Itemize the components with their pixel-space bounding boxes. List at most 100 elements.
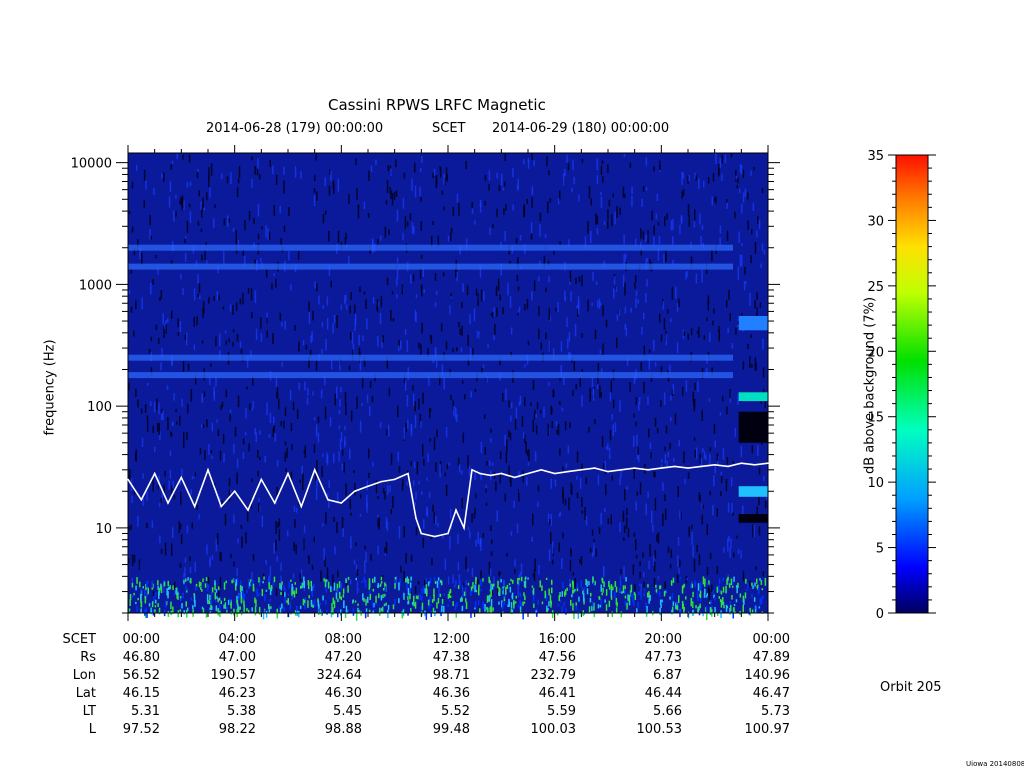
spectrogram-texture-cell (452, 206, 455, 216)
spectrogram-texture-cell (372, 461, 374, 467)
spectrogram-texture-cell (485, 488, 487, 493)
low-frequency-noise (682, 603, 684, 609)
low-frequency-noise (407, 611, 409, 616)
low-frequency-noise (733, 576, 735, 582)
spectrogram-texture-cell (437, 522, 439, 527)
spectrogram-texture-cell (348, 365, 351, 370)
low-frequency-noise (544, 590, 546, 599)
low-frequency-noise (512, 579, 514, 584)
spectrogram-texture-cell (559, 401, 561, 405)
spectrogram-texture-cell (458, 321, 460, 328)
line-series-point (567, 470, 569, 473)
spectrogram-texture-cell (479, 202, 482, 213)
spectrogram-texture-cell (548, 549, 551, 562)
spectrogram-texture-cell (435, 175, 438, 189)
spectrogram-texture-cell (216, 419, 218, 423)
spectrogram-texture-cell (275, 521, 277, 534)
spectrogram-texture-cell (649, 544, 651, 557)
spectrogram-texture-cell (548, 340, 551, 352)
spectrogram-texture-cell (706, 566, 709, 575)
spectrogram-texture-cell (407, 221, 409, 227)
low-frequency-noise (300, 585, 302, 589)
low-frequency-noise (279, 607, 282, 614)
line-series-point (420, 532, 423, 535)
line-series-point (673, 465, 676, 468)
spectrogram-texture-cell (180, 196, 182, 206)
spectrogram-texture-cell (375, 159, 377, 165)
spectrogram-texture-cell (508, 400, 510, 408)
low-frequency-noise (410, 607, 412, 612)
spectrogram-texture-cell (337, 570, 339, 578)
spectrogram-texture-cell (390, 310, 392, 321)
spectrogram-texture-cell (492, 224, 494, 229)
spectrogram-texture-cell (190, 489, 192, 495)
low-frequency-noise (751, 582, 753, 587)
low-frequency-noise (342, 594, 345, 598)
spectrogram-texture-cell (491, 539, 493, 545)
low-frequency-noise (660, 603, 662, 608)
low-frequency-noise (671, 609, 673, 615)
spectrogram-texture-cell (398, 466, 401, 473)
spectrogram-texture-cell (489, 227, 491, 235)
spectrogram-texture-cell (135, 164, 138, 171)
low-frequency-noise (492, 608, 494, 612)
spectrogram-texture-cell (421, 491, 423, 495)
spectrogram-texture-cell (193, 344, 196, 351)
spectrogram-texture-cell (251, 478, 253, 483)
spectrogram-texture-cell (679, 559, 681, 567)
spectrogram-texture-cell (326, 454, 329, 466)
spectrogram-texture-cell (184, 252, 187, 262)
low-frequency-noise (225, 580, 227, 584)
ephemeris-cell: 5.31 (131, 704, 160, 719)
spectrogram-texture-cell (564, 168, 566, 176)
low-frequency-noise (620, 611, 623, 618)
spectrogram-texture-cell (480, 442, 483, 453)
ephemeris-cell: 324.64 (316, 668, 363, 683)
low-frequency-noise (363, 576, 365, 583)
spectrogram-texture-cell (432, 221, 434, 226)
spectrogram-texture-cell (382, 335, 384, 343)
ephemeris-cell: 20:00 (644, 632, 682, 647)
spectrogram-texture-cell (750, 334, 752, 338)
spectrogram-texture-cell (221, 173, 223, 180)
spectrogram-texture-cell (180, 274, 182, 280)
spectrogram-texture-cell (667, 546, 670, 553)
spectrogram-texture-cell (160, 497, 163, 503)
low-frequency-noise (620, 581, 622, 587)
low-frequency-noise (754, 582, 756, 587)
spectrogram-texture-cell (173, 495, 176, 500)
spectrogram-texture-cell (358, 334, 360, 346)
spectrogram-texture-cell (675, 286, 677, 299)
spectrogram-texture-cell (183, 431, 185, 439)
spectrogram-texture-cell (609, 391, 612, 402)
spectrogram-texture-cell (170, 485, 173, 494)
low-frequency-noise (465, 580, 467, 585)
spectrogram-texture-cell (306, 397, 309, 405)
low-frequency-noise (759, 598, 761, 605)
low-frequency-noise (165, 600, 167, 608)
low-frequency-noise (438, 581, 440, 585)
low-frequency-noise (204, 583, 207, 588)
spectrogram-texture-cell (158, 423, 160, 435)
spectrogram-texture-cell (182, 287, 184, 295)
spectrogram-texture-cell (551, 559, 554, 565)
low-frequency-noise (592, 577, 594, 583)
low-frequency-noise (718, 578, 721, 585)
low-frequency-noise (145, 607, 147, 614)
spectrogram-texture-cell (392, 318, 395, 322)
spectrogram-texture-cell (168, 480, 170, 490)
low-frequency-noise (549, 594, 552, 603)
low-frequency-noise (608, 585, 611, 590)
spectrogram-texture-cell (350, 292, 352, 300)
spectrogram-texture-cell (395, 575, 398, 585)
spectrogram-texture-cell (349, 448, 351, 460)
spectrogram-texture-cell (367, 213, 370, 218)
spectrogram-texture-cell (452, 574, 454, 584)
low-frequency-noise (177, 610, 180, 618)
spectrogram-texture-cell (419, 269, 422, 280)
spectrogram-texture-cell (266, 402, 268, 416)
spectrogram-texture-cell (663, 318, 666, 330)
line-series-point (313, 469, 316, 471)
low-frequency-noise (624, 595, 627, 599)
low-frequency-noise (493, 583, 495, 586)
